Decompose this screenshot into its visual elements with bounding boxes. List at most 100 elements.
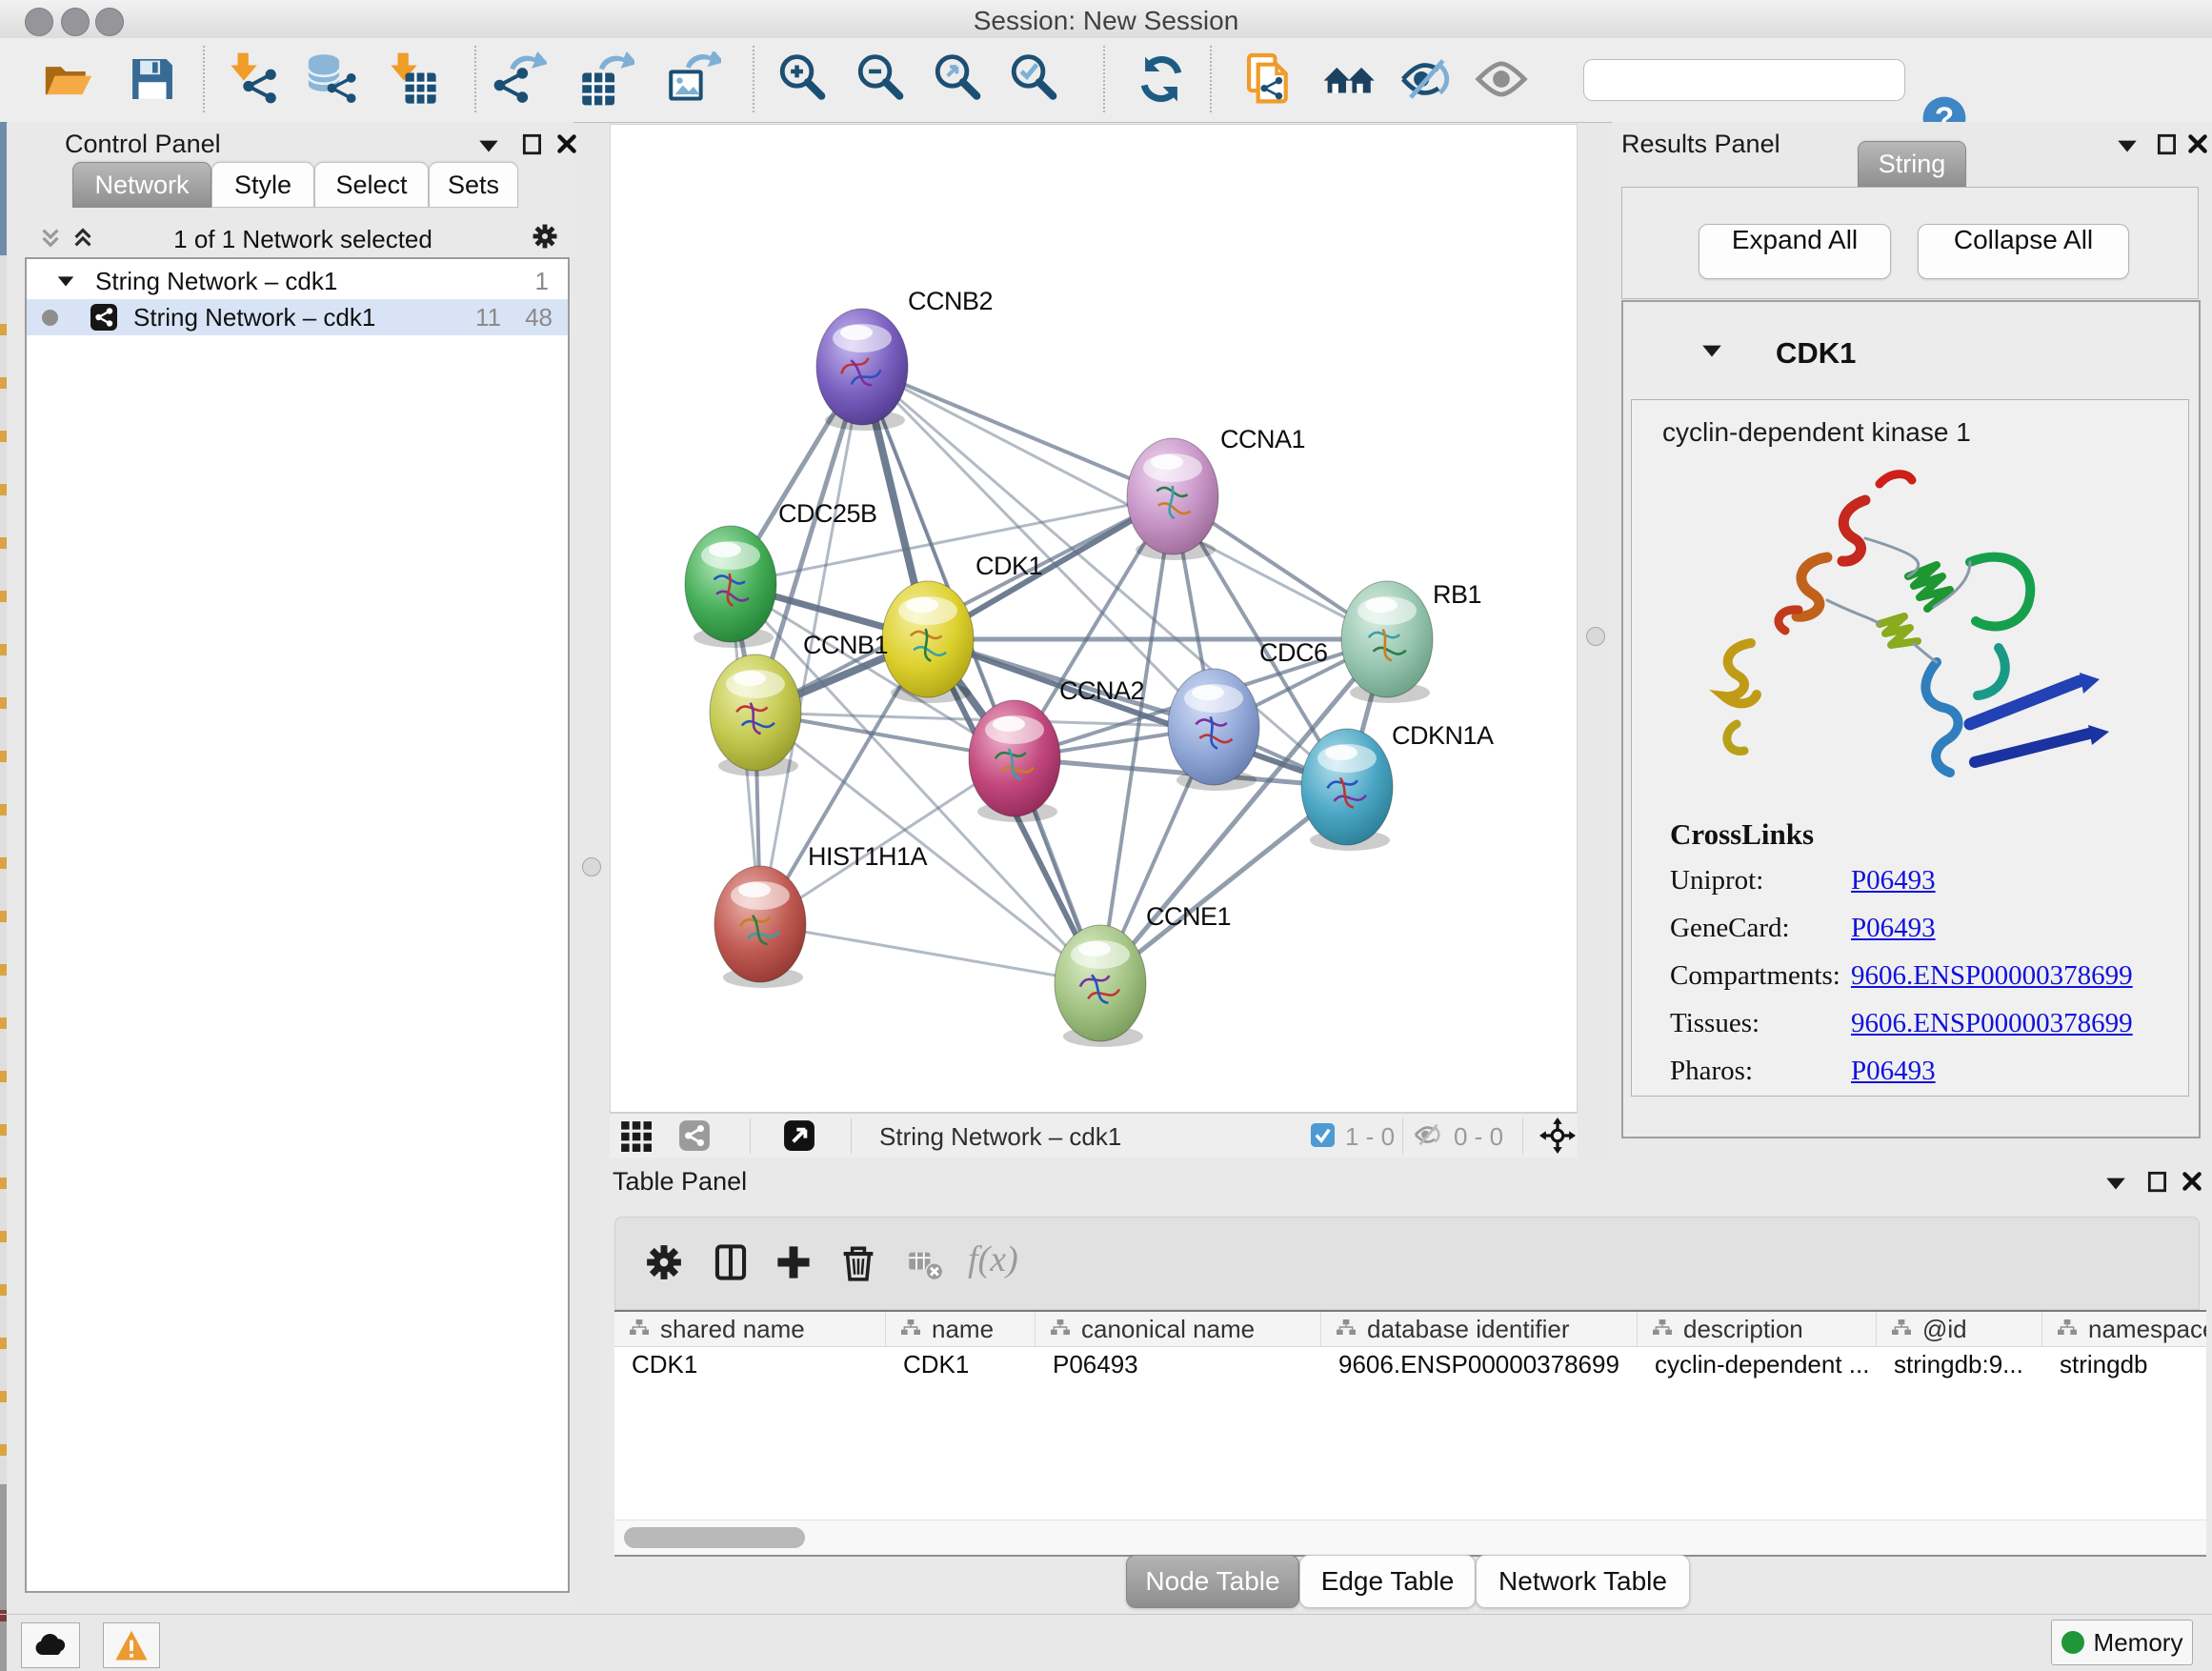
window-title: Session: New Session [0, 6, 2212, 36]
network-node-HIST1H1A[interactable] [714, 866, 806, 988]
network-node-RB1[interactable] [1341, 581, 1433, 703]
table-menu-icon[interactable] [2103, 1171, 2128, 1196]
show-columns-icon[interactable] [709, 1240, 753, 1284]
fit-selected-crosshair-icon[interactable] [1539, 1117, 1576, 1154]
export-image-file-icon[interactable] [666, 51, 721, 107]
cloud-status-button[interactable] [21, 1622, 80, 1668]
network-graph[interactable]: CCNB2CCNA1CDC25BCDK1CDC6RB1CCNB1CCNA2CDK… [611, 125, 1577, 1112]
crosslink-label: Pharos: [1670, 1056, 1851, 1087]
network-node-CCNE1[interactable] [1055, 925, 1146, 1047]
add-column-icon[interactable] [772, 1240, 815, 1284]
panel-menu-icon[interactable] [476, 133, 501, 158]
column-header-namespace[interactable]: namespace [2042, 1312, 2206, 1346]
birdseye-view-icon[interactable] [783, 1119, 815, 1152]
results-menu-icon[interactable] [2115, 133, 2140, 158]
network-edge-HIST1H1A-CCNE1[interactable] [760, 924, 1100, 983]
table-horizontal-scrollbar[interactable] [614, 1520, 2206, 1557]
network-selection-status: 1 of 1 Network selected [112, 225, 493, 254]
inspect-eye-icon[interactable] [1474, 51, 1529, 107]
scrollbar-thumb[interactable] [624, 1527, 805, 1548]
memory-button[interactable]: Memory [2051, 1620, 2193, 1665]
refresh-icon[interactable] [1134, 51, 1189, 107]
right-splitter-handle[interactable] [1586, 627, 1605, 646]
expand-all-networks-icon[interactable] [70, 225, 95, 250]
network-view-canvas[interactable]: CCNB2CCNA1CDC25BCDK1CDC6RB1CCNB1CCNA2CDK… [610, 124, 1578, 1113]
tab-edge-table[interactable]: Edge Table [1299, 1555, 1476, 1608]
save-session-icon[interactable] [125, 51, 180, 107]
network-view-toolbar: String Network – cdk1 1 - 0 0 - 0 [610, 1113, 1578, 1158]
network-node-CCNB2[interactable] [816, 309, 908, 431]
gene-collapse-icon[interactable] [1699, 338, 1724, 363]
clear-table-icon[interactable] [907, 1246, 945, 1284]
network-node-CCNA1[interactable] [1127, 438, 1218, 560]
zoom-selected-icon[interactable] [1007, 51, 1062, 107]
import-network-database-icon[interactable] [304, 51, 359, 107]
column-header-description[interactable]: description [1638, 1312, 1877, 1346]
network-collection-row[interactable]: String Network – cdk1 1 [27, 265, 568, 299]
export-network-file-icon[interactable] [492, 51, 547, 107]
network-node-CDC25B[interactable] [685, 526, 776, 648]
import-network-file-icon[interactable] [224, 51, 279, 107]
network-edge-CCNB2-CCNA1[interactable] [862, 367, 1173, 496]
column-header-canonical-name[interactable]: canonical name [1036, 1312, 1321, 1346]
zoom-out-icon[interactable] [854, 51, 909, 107]
crosslink-link[interactable]: 9606.ENSP00000378699 [1851, 1008, 2133, 1039]
column-header-name[interactable]: name [886, 1312, 1036, 1346]
tab-style[interactable]: Style [211, 162, 314, 208]
zoom-in-icon[interactable] [775, 51, 831, 107]
column-header-database-identifier[interactable]: database identifier [1321, 1312, 1638, 1346]
crosslink-link[interactable]: P06493 [1851, 913, 1936, 944]
crosslink-label: Tissues: [1670, 1008, 1851, 1039]
search-box[interactable] [1583, 59, 1905, 101]
selected-nodes-checkbox[interactable] [1310, 1122, 1336, 1148]
search-input[interactable] [1601, 66, 1900, 94]
network-row-selected[interactable]: String Network – cdk1 11 48 [27, 299, 568, 335]
crosslinks-title: CrossLinks [1670, 817, 2165, 852]
column-header-shared-name[interactable]: shared name [614, 1312, 886, 1346]
tab-select[interactable]: Select [314, 162, 429, 208]
results-close-icon[interactable] [2185, 131, 2210, 156]
collapse-all-networks-icon[interactable] [38, 225, 63, 250]
tab-sets[interactable]: Sets [429, 162, 518, 208]
export-table-file-icon[interactable] [579, 51, 634, 107]
left-splitter-handle[interactable] [582, 857, 601, 876]
crosslink-link[interactable]: P06493 [1851, 865, 1936, 896]
zoom-fit-icon[interactable] [931, 51, 986, 107]
table-row[interactable]: CDK1CDK1P064939606.ENSP00000378699cyclin… [614, 1347, 2206, 1381]
panel-close-icon[interactable] [554, 131, 579, 156]
crosslink-link[interactable]: P06493 [1851, 1056, 1936, 1087]
results-tab-string[interactable]: String [1858, 141, 1966, 187]
toggle-graphics-details-icon[interactable] [1398, 51, 1454, 107]
background-window-edge [0, 122, 7, 1671]
import-table-file-icon[interactable] [384, 51, 439, 107]
table-cell: CDK1 [614, 1347, 886, 1381]
function-builder-button[interactable]: f(x) [968, 1238, 1018, 1280]
panel-float-icon[interactable] [520, 131, 545, 156]
results-panel: Results Panel String Expand All Collapse… [1612, 122, 2212, 1158]
network-node-CCNA2[interactable] [969, 700, 1060, 822]
tab-network[interactable]: Network [72, 162, 211, 208]
network-overview-grid-icon[interactable] [619, 1119, 652, 1152]
apply-preferred-layout-icon[interactable] [1322, 51, 1377, 107]
network-share-icon[interactable] [678, 1119, 711, 1152]
network-node-CDKN1A[interactable] [1301, 729, 1393, 851]
open-file-icon[interactable] [41, 51, 96, 107]
table-float-icon[interactable] [2145, 1169, 2170, 1194]
network-options-gear-icon[interactable] [530, 221, 560, 252]
delete-column-icon[interactable] [836, 1240, 880, 1284]
table-settings-gear-icon[interactable] [642, 1240, 686, 1284]
expand-all-button[interactable]: Expand All [1699, 224, 1891, 279]
tab-node-table[interactable]: Node Table [1126, 1555, 1299, 1608]
column-header--id[interactable]: @id [1877, 1312, 2042, 1346]
tab-network-table[interactable]: Network Table [1476, 1555, 1690, 1608]
hidden-items-eye-icon[interactable] [1413, 1119, 1445, 1152]
control-panel-title: Control Panel [65, 130, 221, 159]
collection-expander-icon[interactable] [55, 269, 76, 290]
crosslink-link[interactable]: 9606.ENSP00000378699 [1851, 960, 2133, 992]
table-close-icon[interactable] [2180, 1169, 2204, 1194]
network-node-CCNB1[interactable] [710, 654, 801, 776]
collapse-all-button[interactable]: Collapse All [1918, 224, 2129, 279]
results-float-icon[interactable] [2155, 131, 2180, 156]
warnings-button[interactable] [103, 1622, 160, 1668]
copy-network-icon[interactable] [1241, 51, 1297, 107]
